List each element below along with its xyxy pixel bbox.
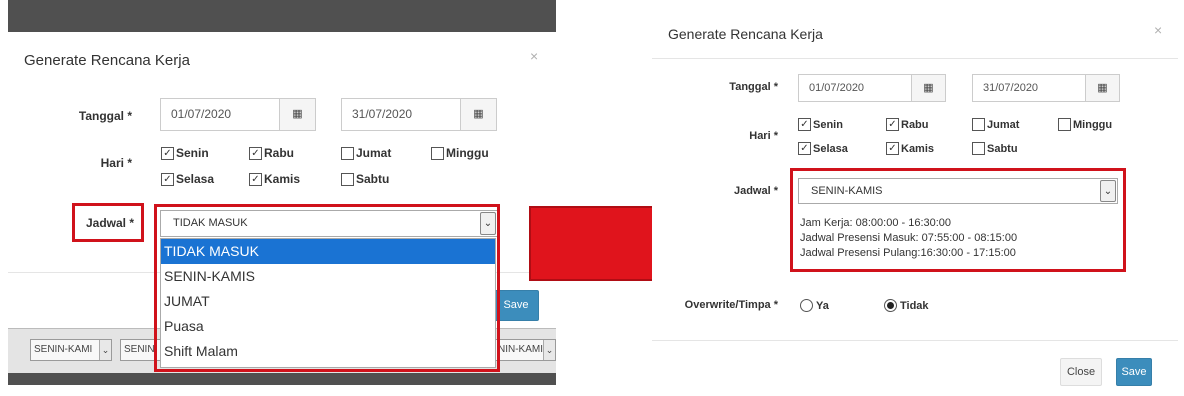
checkbox-icon: [341, 146, 354, 160]
date-from-input[interactable]: 01/07/2020: [160, 98, 280, 131]
overwrite-label: Overwrite/Timpa *: [684, 299, 778, 311]
tanggal-label: Tanggal *: [78, 109, 132, 123]
radio-empty-icon: [800, 299, 813, 312]
checkbox-checked-icon: ✓: [886, 118, 899, 131]
day-checkbox-kamis[interactable]: ✓ Kamis: [249, 172, 300, 186]
checkbox-checked-icon: ✓: [161, 146, 174, 160]
date-from-input[interactable]: 01/07/2020: [798, 74, 912, 102]
calendar-icon[interactable]: ▦: [280, 98, 316, 131]
close-icon[interactable]: ×: [1154, 22, 1162, 38]
checkbox-icon: [1058, 118, 1071, 131]
checkbox-icon: [341, 172, 354, 186]
radio-tidak[interactable]: Tidak: [884, 299, 929, 312]
day-checkbox-minggu[interactable]: Minggu: [431, 146, 489, 160]
background-schedule-select[interactable]: SENIN-KAMI ⌄: [30, 339, 112, 361]
day-checkbox-kamis[interactable]: ✓ Kamis: [886, 142, 934, 155]
day-checkbox-sabtu[interactable]: Sabtu: [341, 172, 389, 186]
close-icon[interactable]: ×: [530, 48, 538, 64]
modal-title: Generate Rencana Kerja: [24, 52, 190, 69]
chevron-down-icon: ⌄: [543, 340, 555, 360]
jadwal-label: Jadwal *: [85, 216, 134, 230]
before-screenshot: SENIN-KAMI ⌄ SENIN NIN-KAMI ⌄ Generate Ren…: [8, 0, 556, 385]
calendar-icon[interactable]: ▦: [912, 74, 946, 102]
date-to-input[interactable]: 31/07/2020: [341, 98, 461, 131]
checkbox-checked-icon: ✓: [798, 118, 811, 131]
day-checkbox-minggu[interactable]: Minggu: [1058, 118, 1112, 131]
day-checkbox-selasa[interactable]: ✓ Selasa: [161, 172, 214, 186]
dropdown-highlight: [154, 204, 500, 372]
chevron-down-icon: ⌄: [99, 340, 111, 360]
day-checkbox-jumat[interactable]: Jumat: [972, 118, 1019, 131]
day-checkbox-rabu[interactable]: ✓ Rabu: [886, 118, 929, 131]
close-button[interactable]: Close: [1060, 358, 1102, 386]
jadwal-label: Jadwal *: [733, 185, 778, 197]
day-checkbox-senin[interactable]: ✓ Senin: [161, 146, 209, 160]
radio-selected-icon: [884, 299, 897, 312]
modal-title: Generate Rencana Kerja: [668, 26, 823, 42]
day-checkbox-sabtu[interactable]: Sabtu: [972, 142, 1018, 155]
radio-ya[interactable]: Ya: [800, 299, 829, 312]
save-button[interactable]: Save: [1116, 358, 1152, 386]
background-schedule-select[interactable]: NIN-KAMI ⌄: [494, 339, 556, 361]
hari-label: Hari *: [100, 156, 132, 170]
checkbox-checked-icon: ✓: [886, 142, 899, 155]
modal-footer-divider: [652, 340, 1178, 341]
hari-label: Hari *: [749, 130, 778, 142]
day-checkbox-rabu[interactable]: ✓ Rabu: [249, 146, 294, 160]
day-checkbox-jumat[interactable]: Jumat: [341, 146, 391, 160]
generate-modal: Generate Rencana Kerja × Tanggal * 01/07…: [652, 6, 1178, 396]
schedule-highlight: [790, 168, 1126, 272]
checkbox-icon: [972, 118, 985, 131]
day-checkbox-selasa[interactable]: ✓ Selasa: [798, 142, 848, 155]
checkbox-checked-icon: ✓: [249, 146, 262, 160]
checkbox-icon: [972, 142, 985, 155]
modal-header-divider: [652, 58, 1178, 59]
day-checkbox-senin[interactable]: ✓ Senin: [798, 118, 843, 131]
date-to-input[interactable]: 31/07/2020: [972, 74, 1086, 102]
checkbox-checked-icon: ✓: [798, 142, 811, 155]
tanggal-label: Tanggal *: [729, 81, 778, 93]
calendar-icon[interactable]: ▦: [461, 98, 497, 131]
checkbox-icon: [431, 146, 444, 160]
calendar-icon[interactable]: ▦: [1086, 74, 1120, 102]
checkbox-checked-icon: ✓: [249, 172, 262, 186]
checkbox-checked-icon: ✓: [161, 172, 174, 186]
after-screenshot: Generate Rencana Kerja × Tanggal * 01/07…: [652, 6, 1178, 396]
